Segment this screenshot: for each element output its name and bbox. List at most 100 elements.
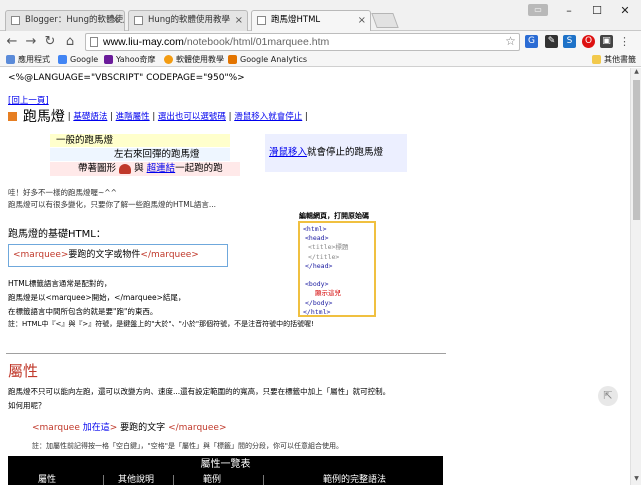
asp-directive-text: <%@LANGUAGE="VBSCRIPT" CODEPAGE="950"%> [8,73,245,83]
close-window-button[interactable]: ✕ [611,2,639,20]
profile-icon[interactable]: ▭ [528,4,548,16]
back-button[interactable]: ← [4,34,20,50]
page-favicon-icon [134,16,143,25]
close-tab-icon[interactable]: × [358,11,366,30]
tab-marquee-html[interactable]: 跑馬燈HTML × [251,10,371,31]
section-divider [6,353,446,354]
close-tab-icon[interactable]: × [112,11,120,30]
column-divider [263,475,264,485]
page-viewport: <%@LANGUAGE="VBSCRIPT" CODEPAGE="950"%> … [0,68,630,485]
bookmark-google-analytics[interactable]: Google Analytics [228,53,307,66]
hover-link[interactable]: 滑鼠移入 [269,147,307,158]
nav-link-select[interactable]: 選出也可以選號碼 [158,112,226,122]
page-favicon-icon [257,16,266,25]
intro-line-2: 跑馬燈可以有很多變化，只要你了解一些跑馬燈的HTML語言... [8,200,217,209]
blogger-favicon-icon [11,16,20,25]
nav-link-basic[interactable]: 基礎語法 [73,112,107,122]
bookmark-other[interactable]: 其他書籤 [592,53,636,66]
marquee-demo-alternate: 左右來回彈的跑馬燈 [50,148,230,161]
page-info-icon[interactable] [90,37,98,47]
yahoo-icon [104,55,113,64]
forward-button[interactable]: → [23,34,39,50]
scrollbar-thumb[interactable] [633,80,640,220]
scroll-up-arrow-icon[interactable]: ▲ [631,68,641,78]
attributes-heading: 屬性 [8,362,39,380]
nav-link-advanced[interactable]: 進階屬性 [116,112,150,122]
attr-note: 註：加屬性前記得按一格「空白鍵」，"空格"是「屬性」與「標籤」間的分段，你可以任… [32,442,343,450]
extension-box-icon[interactable]: ▣ [600,35,613,48]
vertical-scrollbar[interactable]: ▲ ▼ [630,68,641,485]
menu-icon[interactable]: ⋮ [618,35,631,48]
bookmark-apps[interactable]: 應用程式 [6,53,50,66]
bookmark-label: Yahoo奇摩 [116,55,156,64]
attr-para-1: 跑馬燈不只可以能向左跑，還可以改變方向、速度...還有設定範圍的的寬高，只要在標… [8,387,391,396]
bookmark-yahoo[interactable]: Yahoo奇摩 [104,53,156,66]
tab-label: Blogger：Hung的軟體使用 [25,15,125,25]
bookmark-label: Google Analytics [240,55,308,64]
marquee-demo-hover-stop[interactable]: 滑鼠移入就會停止的跑馬燈 [265,134,407,172]
bookmark-label: 其他書籤 [604,55,636,64]
address-bar[interactable]: www.liu-may.com/notebook/html/01marquee.… [85,33,520,51]
s-extension-icon[interactable]: S [563,35,576,48]
extension-icon[interactable]: ✎ [545,35,558,48]
url-text: www.liu-may.com/notebook/html/01marquee.… [103,36,330,48]
back-link[interactable]: [回上一頁] [8,94,49,106]
para-2: 跑馬燈是以<marquee>開始，</marquee>結尾， [8,293,186,302]
scroll-down-arrow-icon[interactable]: ▼ [631,475,641,485]
col-example: 範例 [203,475,222,485]
opera-icon[interactable]: O [582,35,595,48]
column-divider [173,475,174,485]
browser-toolbar: ← → ↻ ⌂ www.liu-may.com/notebook/html/01… [0,31,641,52]
para-4-note: 註：HTML中『<』與『>』符號，是鍵盤上的"大於"、"小於"那個符號，不是注音… [8,320,314,328]
tab-label: 跑馬燈HTML [271,15,321,25]
new-tab-button[interactable] [371,13,399,28]
marquee-demo-image-link: 帶著圖形 與 超連結一起跑的跑 [50,162,240,176]
home-button[interactable]: ⌂ [62,34,78,50]
close-tab-icon[interactable]: × [235,11,243,30]
apps-grid-icon [6,55,15,64]
attributes-table-title: 屬性一覽表 [8,456,443,473]
basic-html-heading: 跑馬燈的基礎HTML： [8,229,106,240]
col-attribute: 屬性 [38,475,57,485]
star-icon[interactable]: ☆ [504,35,517,48]
bookmark-label: 軟體使用教學 [176,55,224,64]
marquee-demo-normal: 一般的跑馬燈 [50,134,230,147]
para-3: 在標籤語言中間所包含的就是要"跑"的東西。 [8,307,158,316]
car-image-icon [119,163,132,174]
para-1: HTML標籤語言通常是配對的， [8,279,112,288]
tab-blogger[interactable]: Blogger：Hung的軟體使用 × [5,10,125,31]
analytics-icon [228,55,237,64]
nav-links: | 基礎語法 | 進階屬性 | 選出也可以選號碼 | 滑鼠移入就會停止 | [67,112,308,122]
translate-icon[interactable]: G [525,35,538,48]
bookmark-google[interactable]: Google [58,53,98,66]
folder-icon [592,55,601,64]
col-description: 其他說明 [118,475,155,485]
bookmark-label: Google [70,55,99,64]
attr-para-2: 如何用呢？ [8,401,46,410]
col-full-syntax: 範例的完整語法 [323,475,387,485]
source-box-title: 編輯網頁，打開原始碼 [299,212,369,220]
scroll-to-top-icon[interactable]: ⇱ [598,386,618,406]
page-title: 跑馬燈 [22,109,65,125]
basic-code-box: <marquee>要跑的文字或物件</marquee> [8,244,228,267]
nav-link-hover-stop[interactable]: 滑鼠移入就會停止 [234,112,302,122]
minimize-button[interactable]: – [555,2,583,20]
attr-code-example: <marquee 加在這> 要跑的文字 </marquee> [32,423,227,433]
title-row: 跑馬燈 | 基礎語法 | 進階屬性 | 選出也可以選號碼 | 滑鼠移入就會停止 … [8,106,308,126]
attributes-table-header: 屬性 其他說明 範例 範例的完整語法 [8,473,443,485]
demo-hyperlink[interactable]: 超連結 [147,163,176,174]
bookmark-label: 應用程式 [18,55,50,64]
intro-line-1: 哇！好多不一樣的跑馬燈喔~^^ [8,188,117,197]
google-icon [58,55,67,64]
column-divider [103,475,104,485]
arrow-bullet-icon [8,111,17,121]
reload-button[interactable]: ↻ [42,34,58,50]
bookmark-tutorial[interactable]: 軟體使用教學 [164,53,224,66]
tutorial-icon [164,55,173,64]
tab-hung-tutorial[interactable]: Hung的軟體使用教學 × [128,10,248,31]
tab-label: Hung的軟體使用教學 [148,15,231,25]
bookmarks-bar: 應用程式 Google Yahoo奇摩 軟體使用教學 Google Analyt… [0,52,641,67]
html-source-example: <html> <head> <title>標題</title> </head> … [298,221,376,317]
maximize-button[interactable]: ☐ [583,2,611,20]
browser-titlebar: Blogger：Hung的軟體使用 × Hung的軟體使用教學 × 跑馬燈HTM… [0,0,641,31]
